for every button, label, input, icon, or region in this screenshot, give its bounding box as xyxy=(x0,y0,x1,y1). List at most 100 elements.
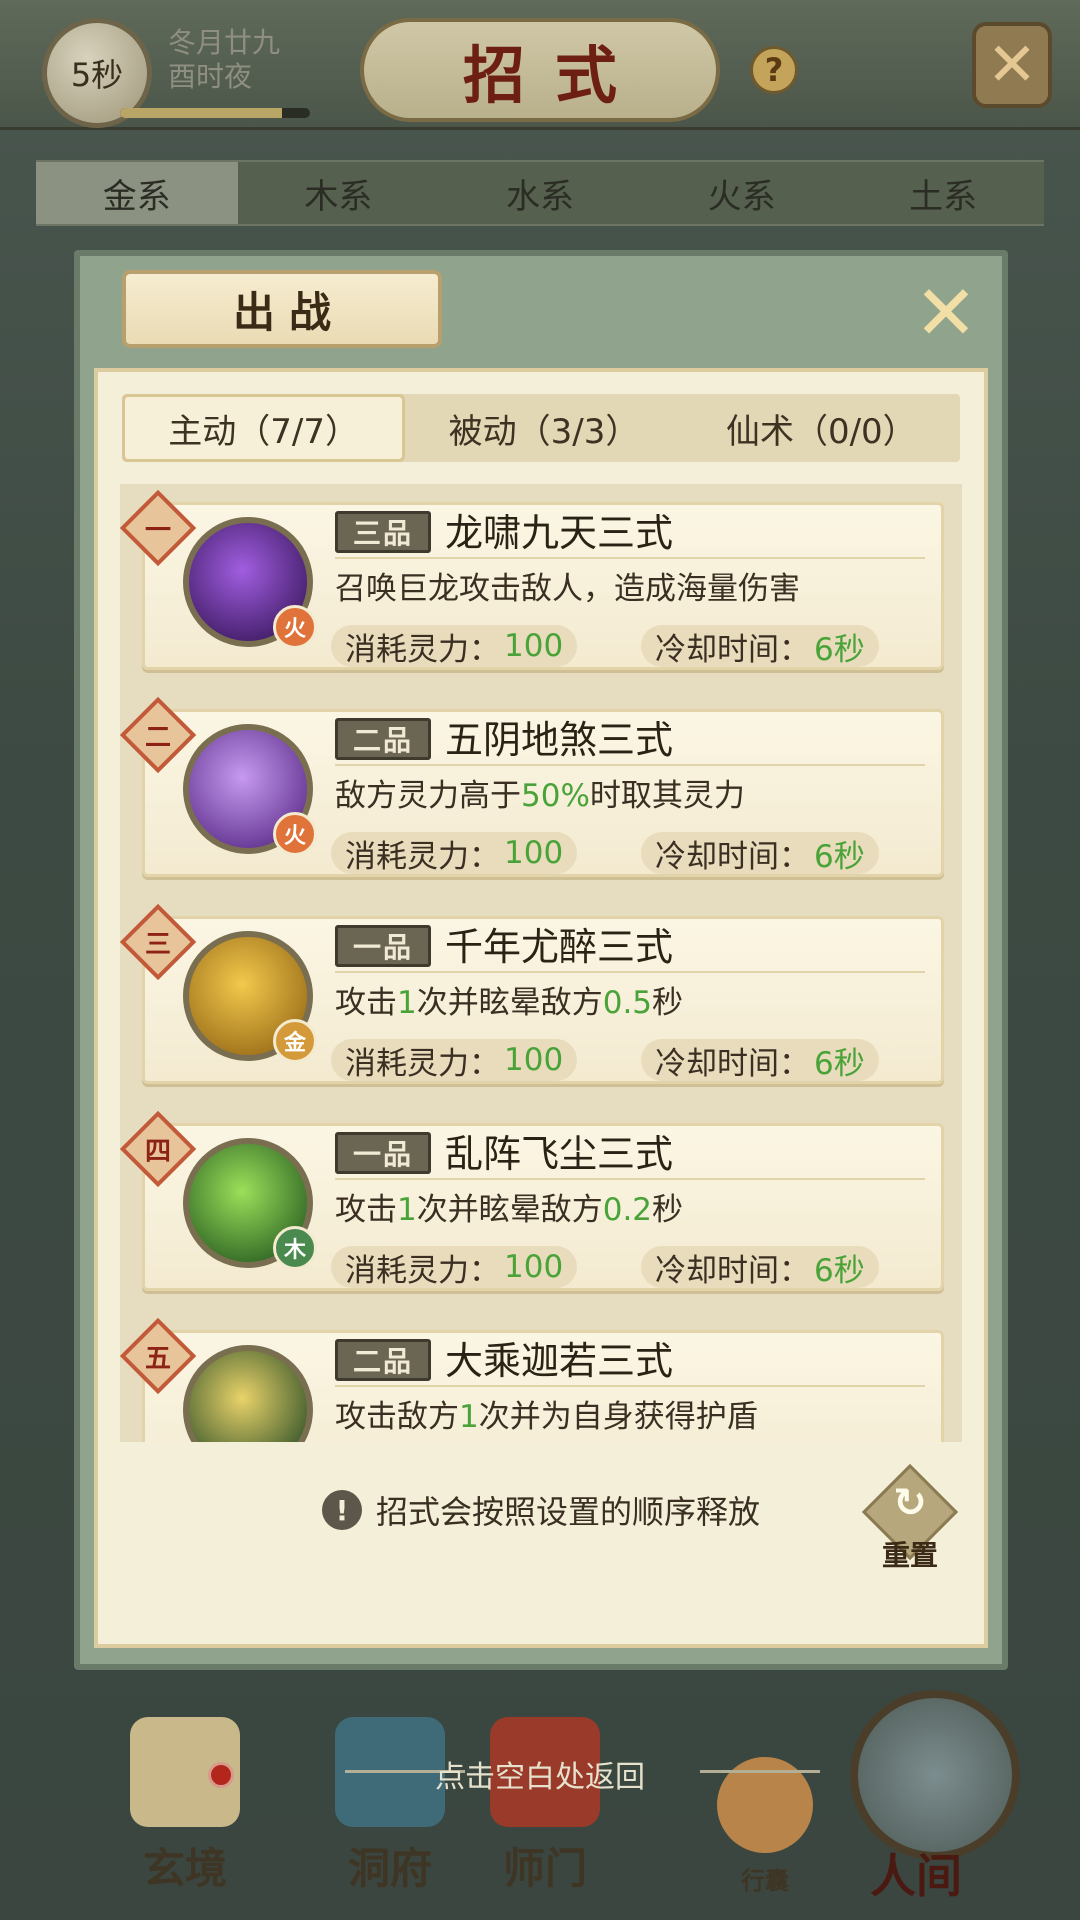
description-part: 1 xyxy=(397,1192,417,1228)
description-part: 1 xyxy=(397,985,417,1021)
skill-description: 攻击1次并眩晕敌方0.5秒 xyxy=(335,981,683,1025)
tab-earth[interactable]: 土系 xyxy=(842,162,1044,224)
cost-stat: 消耗灵力： 100 xyxy=(331,625,578,668)
divider xyxy=(335,557,925,559)
tab-wood[interactable]: 木系 xyxy=(238,162,440,224)
skill-list[interactable]: 一火三品 龙啸九天三式 召唤巨龙攻击敌人，造成海量伤害 消耗灵力： 100 冷却时间： 6秒… xyxy=(120,484,962,1442)
world-button-label: 人间 xyxy=(870,1849,962,1903)
nav-shimen[interactable]: 师门 xyxy=(470,1716,620,1896)
cooldown-stat: 冷却时间： 6秒 xyxy=(641,1039,879,1082)
grade-tag: 一品 xyxy=(335,1132,431,1174)
timer-text: 5秒 xyxy=(70,56,124,94)
cost-stat: 消耗灵力： 100 xyxy=(331,1039,578,1082)
nav-label: 玄境 xyxy=(142,1844,227,1893)
screen-title: 招式 xyxy=(360,18,720,122)
reset-label: 重置 xyxy=(881,1539,938,1572)
nav-label: 洞府 xyxy=(347,1844,432,1893)
cost-value: 100 xyxy=(504,1249,564,1285)
tab-immortal-arts[interactable]: 仙术（0/0） xyxy=(683,394,960,462)
skill-type-tabs: 主动（7/7） 被动（3/3） 仙术（0/0） xyxy=(122,394,960,462)
tab-passive-skills[interactable]: 被动（3/3） xyxy=(405,394,682,462)
description-part: 次并眩晕敌方 xyxy=(416,985,603,1021)
skill-card[interactable]: 五 二品 大乘迦若三式攻击敌方1次并为自身获得护盾 xyxy=(120,1317,944,1442)
reset-button[interactable]: ↻ 重置 xyxy=(861,1463,959,1572)
description-part: 攻击 xyxy=(335,985,397,1021)
cost-label: 消耗灵力： xyxy=(345,838,500,875)
element-tabs: 金系 木系 水系 火系 土系 xyxy=(36,160,1044,226)
rank-number: 一 xyxy=(144,515,171,546)
notice-text: 招式会按照设置的顺序释放 xyxy=(375,1493,760,1531)
cost-stat: 消耗灵力： 100 xyxy=(331,832,578,875)
description-part: 秒 xyxy=(652,985,684,1021)
description-part: 50% xyxy=(521,778,590,814)
description-part: 秒 xyxy=(652,1192,684,1228)
description-part: 0.5 xyxy=(602,985,653,1021)
screen-close-button[interactable]: ✕ xyxy=(972,22,1052,108)
skill-name: 龙啸九天三式 xyxy=(445,511,674,555)
cooldown-label: 冷却时间： xyxy=(655,838,810,875)
nav-dongfu[interactable]: 洞府 xyxy=(315,1716,465,1896)
date-line-2: 酉时夜 xyxy=(168,60,253,93)
top-bar: 5秒 冬月廿九 酉时夜 招式 ? ✕ xyxy=(0,0,1080,130)
tab-fire[interactable]: 火系 xyxy=(641,162,843,224)
cooldown-stat: 冷却时间： 6秒 xyxy=(641,625,879,668)
element-mark: 金 xyxy=(273,1019,317,1063)
description-part: 0.2 xyxy=(602,1192,653,1228)
rank-number: 四 xyxy=(144,1136,171,1167)
rank-number: 五 xyxy=(144,1343,171,1374)
refresh-icon: ↻ xyxy=(893,1480,927,1526)
tab-active-skills[interactable]: 主动（7/7） xyxy=(122,394,406,462)
cost-value: 100 xyxy=(504,628,564,664)
order-notice: ! 招式会按照设置的顺序释放 xyxy=(98,1480,984,1540)
popup-close-button[interactable]: ✕ xyxy=(904,268,988,357)
nav-xuanjing[interactable]: 玄境 xyxy=(110,1716,260,1896)
tab-metal[interactable]: 金系 xyxy=(36,162,238,224)
skill-description: 攻击敌方1次并为自身获得护盾 xyxy=(335,1395,758,1439)
skill-name: 乱阵飞尘三式 xyxy=(445,1132,674,1176)
description-part: 1 xyxy=(459,1399,479,1435)
cooldown-value: 6秒 xyxy=(814,1045,865,1082)
skill-name: 千年尤醉三式 xyxy=(445,925,674,969)
skill-name: 大乘迦若三式 xyxy=(445,1339,674,1383)
cooldown-value: 6秒 xyxy=(814,1252,865,1289)
divider xyxy=(335,1178,925,1180)
skill-description: 攻击1次并眩晕敌方0.2秒 xyxy=(335,1188,683,1232)
cooldown-label: 冷却时间： xyxy=(655,1045,810,1082)
timer-progress-bar xyxy=(120,108,310,118)
description-part: 攻击敌方 xyxy=(335,1399,459,1435)
rank-number: 三 xyxy=(144,929,171,960)
grade-tag: 二品 xyxy=(335,1339,431,1381)
cost-value: 100 xyxy=(504,835,564,871)
cost-label: 消耗灵力： xyxy=(345,1252,500,1289)
hint-divider-right xyxy=(700,1770,820,1773)
element-mark: 火 xyxy=(273,605,317,649)
cooldown-stat: 冷却时间： 6秒 xyxy=(641,1246,879,1289)
tab-water[interactable]: 水系 xyxy=(439,162,641,224)
divider xyxy=(335,764,925,766)
nav-xingnang[interactable]: 行囊 xyxy=(690,1716,840,1896)
skill-card[interactable]: 三金 一品 千年尤醉三式 攻击1次并眩晕敌方0.5秒 消耗灵力： 100 冷却时间： 6秒 xyxy=(120,903,944,1084)
timer-progress-fill xyxy=(120,108,282,118)
cooldown-stat: 冷却时间： 6秒 xyxy=(641,832,879,875)
description-part: 次并为自身获得护盾 xyxy=(478,1399,758,1435)
help-button[interactable]: ? xyxy=(750,46,798,94)
cost-label: 消耗灵力： xyxy=(345,631,500,668)
skill-card[interactable]: 一火 三品 龙啸九天三式召唤巨龙攻击敌人，造成海量伤害消耗灵力： 100 冷却时间： 6秒 xyxy=(120,489,944,670)
skill-description: 召唤巨龙攻击敌人，造成海量伤害 xyxy=(335,567,800,611)
description-part: 时取其灵力 xyxy=(589,778,745,814)
nav-label: 师门 xyxy=(502,1844,587,1893)
dismiss-hint: 点击空白处返回 xyxy=(435,1760,645,1795)
rank-number: 二 xyxy=(144,722,171,753)
battle-skill-popup: 出战 ✕ 主动（7/7） 被动（3/3） 仙术（0/0） 一火 三品 龙啸九天三式召… xyxy=(74,250,1008,1670)
skill-card[interactable]: 四木 一品 乱阵飞尘三式 攻击1次并眩晕敌方0.2秒 消耗灵力： 100 冷却时间： 6秒 xyxy=(120,1110,944,1291)
skill-name: 五阴地煞三式 xyxy=(445,718,674,762)
grade-tag: 三品 xyxy=(335,511,431,553)
divider xyxy=(335,1385,925,1387)
cooldown-label: 冷却时间： xyxy=(655,1252,810,1289)
skill-card[interactable]: 二火 二品 五阴地煞三式 敌方灵力高于50%时取其灵力 消耗灵力： 100 冷却时间： 6秒 xyxy=(120,696,944,877)
cost-label: 消耗灵力： xyxy=(345,1045,500,1082)
popup-body: 主动（7/7） 被动（3/3） 仙术（0/0） 一火 三品 龙啸九天三式召唤巨龙攻击… xyxy=(94,368,988,1648)
cost-stat: 消耗灵力： 100 xyxy=(331,1246,578,1289)
date-line-1: 冬月廿九 xyxy=(168,26,281,59)
popup-title: 出战 xyxy=(122,270,442,348)
